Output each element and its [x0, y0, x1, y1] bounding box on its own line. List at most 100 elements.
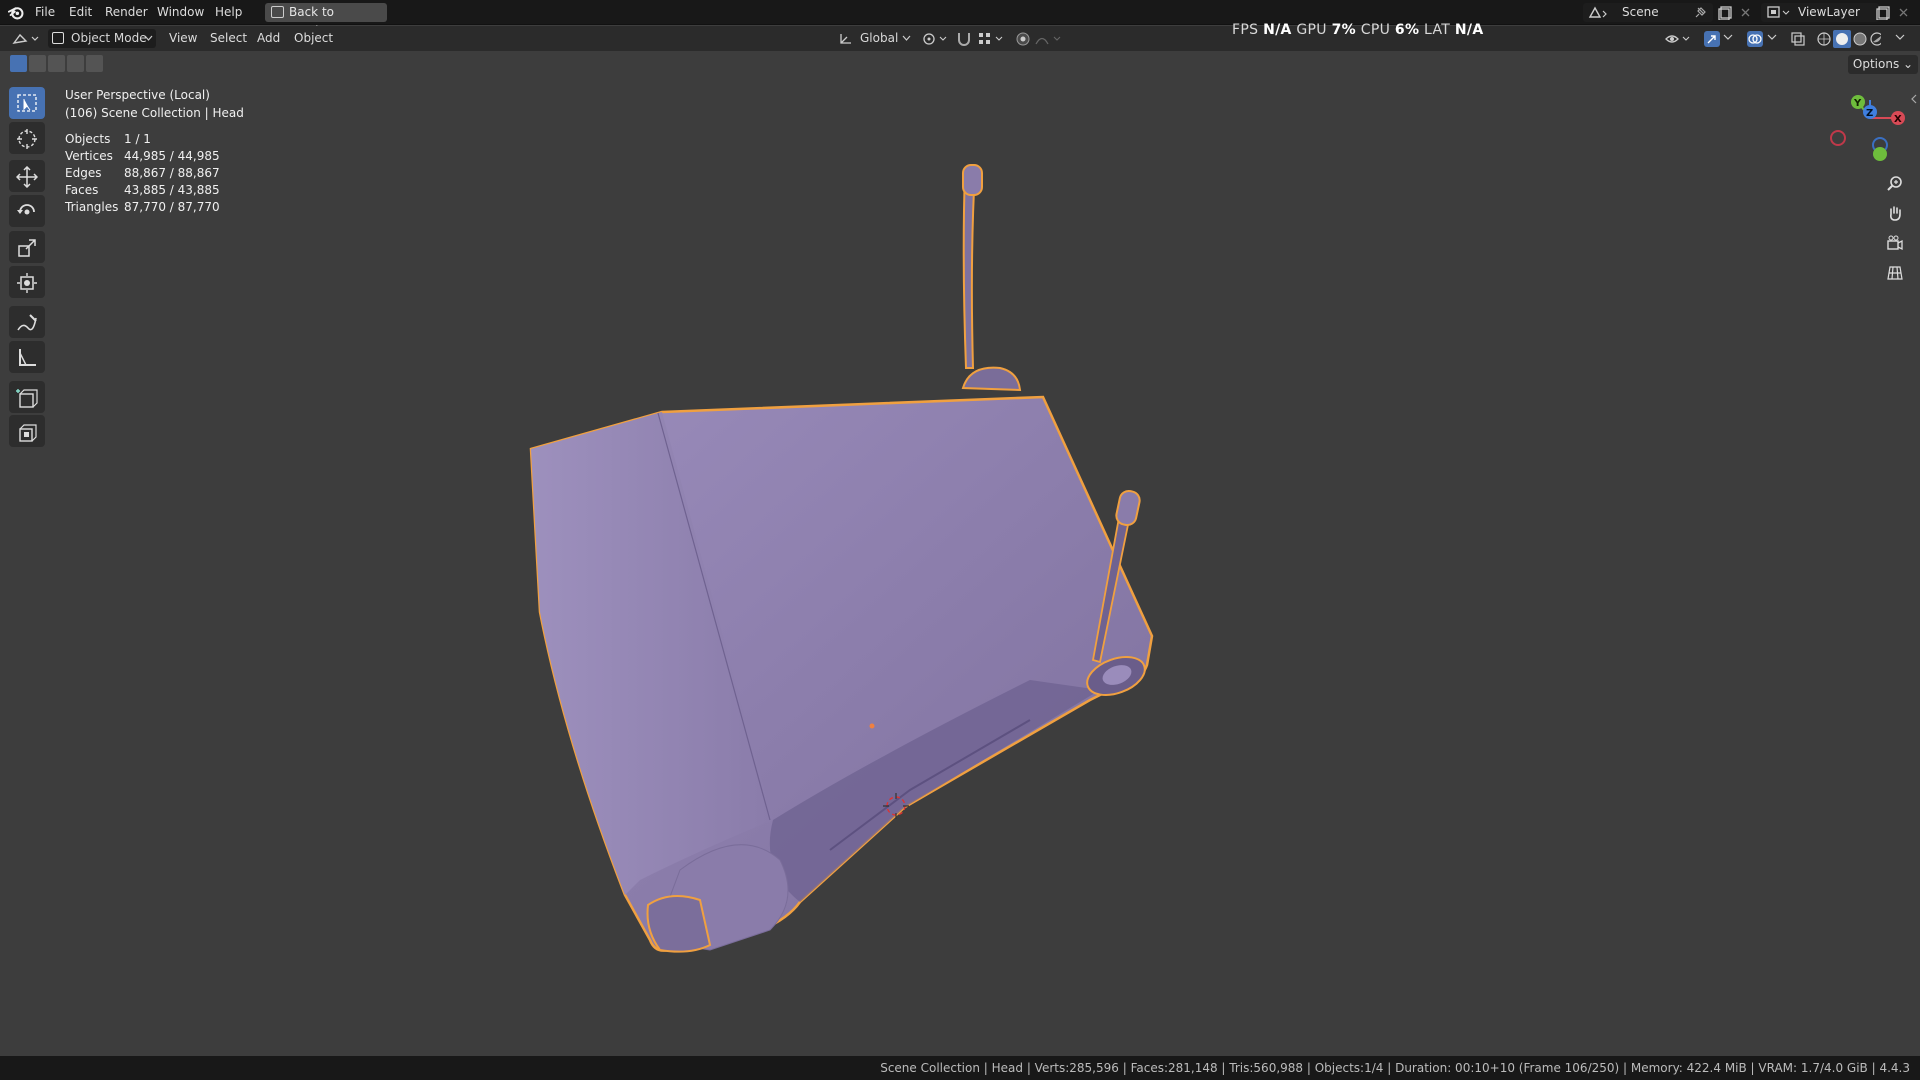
stat-objects: Objects 1 / 1 — [65, 132, 151, 146]
menu-render[interactable]: Render — [105, 0, 148, 25]
new-view-layer-icon[interactable] — [1876, 5, 1892, 20]
select-box-icon — [17, 94, 37, 112]
grid-icon — [1887, 266, 1903, 280]
viewport-header: Object Mode View Select Add Object Globa… — [0, 26, 1920, 51]
proportional-editing-icon[interactable] — [1014, 30, 1032, 48]
perspective-toggle-button[interactable] — [1882, 260, 1908, 286]
annotate-icon — [17, 314, 37, 331]
top-menu-bar: File Edit Render Window Help Back to Pre… — [0, 0, 1920, 38]
object-mode-icon — [52, 32, 64, 44]
fps-value: N/A — [1263, 22, 1292, 38]
menu-file[interactable]: File — [35, 0, 55, 25]
view-name: User Perspective (Local) — [65, 88, 210, 102]
z-axis-label: Z — [1866, 108, 1873, 119]
menu-edit[interactable]: Edit — [69, 0, 92, 25]
transform-orientation-selector[interactable]: Global — [836, 29, 912, 48]
snap-icon[interactable] — [955, 30, 973, 48]
orientation-icon — [840, 34, 851, 44]
move-icon — [16, 166, 38, 188]
extrude-icon — [19, 424, 37, 442]
pan-button[interactable] — [1882, 200, 1908, 226]
status-info: Scene Collection | Head | Verts:285,596 … — [880, 1061, 1910, 1075]
menu-window[interactable]: Window — [157, 0, 204, 25]
tool-rotate[interactable] — [9, 195, 45, 227]
performance-readout: FPS N/A GPU 7% CPU 6% LAT N/A — [1232, 22, 1483, 38]
blender-logo-icon[interactable] — [8, 4, 25, 21]
menu-help[interactable]: Help — [215, 0, 242, 25]
tool-add-cube[interactable] — [9, 381, 45, 413]
chevron-down-icon[interactable] — [1767, 34, 1777, 42]
select-new-button[interactable] — [10, 55, 27, 72]
options-label: Options — [1852, 57, 1900, 71]
shading-mode-group[interactable] — [1815, 30, 1881, 48]
chevron-down-icon — [144, 35, 153, 41]
editor-type-icon[interactable] — [12, 31, 40, 47]
tool-select-box[interactable] — [9, 87, 45, 119]
new-scene-icon[interactable] — [1718, 5, 1734, 20]
view-layer-name: ViewLayer — [1798, 5, 1860, 19]
zoom-icon — [1887, 176, 1902, 191]
zoom-button[interactable] — [1882, 170, 1908, 196]
proportional-falloff-icon[interactable] — [1034, 31, 1064, 47]
options-dropdown[interactable]: Options ⌄ — [1848, 55, 1918, 74]
tool-extrude[interactable] — [9, 415, 45, 447]
mode-label: Object Mode — [71, 31, 147, 45]
menu-select[interactable]: Select — [210, 26, 247, 51]
x-axis-label: X — [1894, 114, 1902, 125]
view-layer-icon — [1767, 6, 1790, 18]
neg-y-axis-icon[interactable] — [1873, 147, 1887, 161]
tool-cursor[interactable] — [9, 122, 45, 154]
viewport-info: User Perspective (Local) (106) Scene Col… — [65, 86, 244, 122]
stat-faces: Faces 43,885 / 43,885 — [65, 183, 220, 197]
tool-scale[interactable] — [9, 231, 45, 263]
head-model[interactable] — [529, 164, 1154, 953]
select-invert-button[interactable] — [67, 55, 84, 72]
mode-selector[interactable]: Object Mode — [48, 29, 156, 48]
pivot-point-icon[interactable] — [921, 31, 949, 47]
tool-move[interactable] — [9, 160, 45, 192]
cursor-icon — [17, 129, 37, 149]
camera-view-button[interactable] — [1882, 230, 1908, 256]
transform-icon — [17, 273, 37, 293]
viewport-canvas[interactable] — [0, 0, 1920, 1080]
menu-object[interactable]: Object — [294, 26, 333, 51]
y-axis-label: Y — [1853, 98, 1862, 109]
lat-value: N/A — [1454, 22, 1484, 38]
navigation-gizmo[interactable]: X Y Z — [1820, 90, 1920, 170]
sidebar-toggle-icon[interactable] — [1910, 93, 1918, 105]
measure-icon — [19, 349, 36, 366]
view-layer-selector[interactable]: ViewLayer — [1761, 3, 1879, 22]
close-scene-icon[interactable] — [1740, 7, 1751, 18]
snap-target-icon[interactable] — [977, 31, 1005, 47]
lat-label: LAT — [1424, 22, 1451, 38]
collection-info: (106) Scene Collection | Head — [65, 106, 244, 120]
menu-add[interactable]: Add — [257, 26, 280, 51]
camera-icon — [1887, 235, 1903, 251]
select-intersect-button[interactable] — [86, 55, 103, 72]
chevron-down-icon[interactable] — [1723, 34, 1733, 42]
select-subtract-button[interactable] — [48, 55, 65, 72]
stat-edges: Edges 88,867 / 88,867 — [65, 166, 220, 180]
selectability-visibility-icon[interactable] — [1664, 31, 1692, 47]
pin-icon[interactable] — [1694, 6, 1707, 19]
select-extend-button[interactable] — [29, 55, 46, 72]
xray-toggle-icon[interactable] — [1790, 31, 1806, 47]
scale-icon — [18, 239, 36, 257]
overlays-toggle-icon[interactable] — [1746, 30, 1764, 48]
scene-icon — [1588, 6, 1607, 18]
tool-annotate[interactable] — [9, 306, 45, 338]
chevron-down-icon — [902, 35, 911, 41]
close-view-layer-icon[interactable] — [1898, 7, 1909, 18]
status-bar: Scene Collection | Head | Verts:285,596 … — [0, 1056, 1920, 1080]
neg-x-axis-icon[interactable] — [1830, 130, 1846, 146]
tool-measure[interactable] — [9, 341, 45, 373]
back-to-previous-button[interactable]: Back to Previous — [265, 3, 387, 38]
tool-transform[interactable] — [9, 266, 45, 298]
rotate-icon — [17, 204, 35, 215]
gizmo-toggle-icon[interactable] — [1703, 30, 1721, 48]
chevron-down-icon[interactable] — [1895, 34, 1905, 42]
scene-name: Scene — [1622, 5, 1659, 19]
back-icon — [271, 6, 284, 18]
menu-view[interactable]: View — [169, 26, 197, 51]
scene-selector[interactable]: Scene — [1583, 3, 1713, 22]
